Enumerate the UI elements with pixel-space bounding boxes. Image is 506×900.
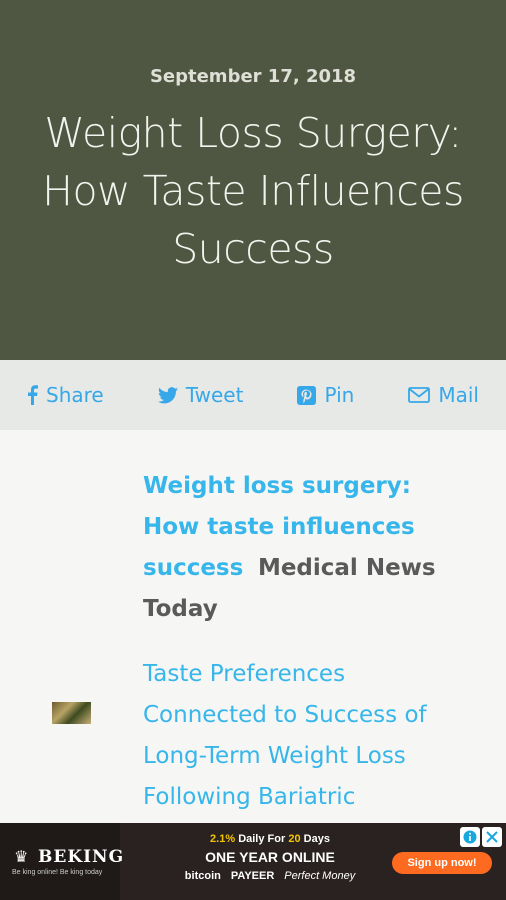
pinterest-icon [297,385,317,405]
pin-button[interactable]: Pin [297,383,354,407]
related-article-link-2[interactable]: Taste Preferences Connected to Success o… [143,654,463,818]
mail-button[interactable]: Mail [408,383,479,407]
ad-days: 20 [288,833,301,845]
share-bar: Share Tweet Pin Mail [0,360,506,430]
share-label: Share [46,383,104,407]
perfect-money-logo: Perfect Money [284,870,356,882]
ad-payment-logos: bitcoin PAYEER Perfect Money [150,870,390,882]
bitcoin-logo: bitcoin [184,870,221,882]
mail-label: Mail [438,383,479,407]
twitter-icon [157,386,178,404]
ad-signup-button[interactable]: Sign up now! [392,852,492,874]
ad-brand-block: ♛ BEKING Be king online! Be king today [0,823,123,900]
crown-icon: ♛ [14,849,29,866]
tweet-button[interactable]: Tweet [157,383,244,407]
ad-line1-mid: Daily For [238,833,286,845]
ad-brand-name: BEKING [38,847,125,867]
share-facebook-button[interactable]: Share [27,383,104,407]
ad-info-icon[interactable] [460,827,480,847]
ad-line1: 2.1% Daily For 20 Days [150,833,390,845]
facebook-icon [27,385,38,405]
ad-close-icon[interactable] [482,827,502,847]
pin-label: Pin [324,383,355,407]
article-thumbnail[interactable] [52,702,91,724]
ad-line2: ONE YEAR ONLINE [205,849,335,865]
mail-icon [408,387,431,403]
ad-banner[interactable]: ♛ BEKING Be king online! Be king today 2… [0,823,506,900]
ad-text: 2.1% Daily For 20 Days ONE YEAR ONLINE b… [150,833,390,882]
ad-brand-tagline: Be king online! Be king today [12,869,103,876]
tweet-label: Tweet [185,383,244,407]
ad-line1-end: Days [303,833,330,845]
article-content: Weight loss surgery: How taste influence… [0,430,506,823]
article-hero: September 17, 2018 Weight Loss Surgery: … [0,0,506,360]
ad-rate: 2.1% [210,833,236,845]
article-date: September 17, 2018 [149,66,357,87]
list-item: Weight loss surgery: How taste influence… [143,466,463,630]
payeer-logo: PAYEER [230,870,275,882]
article-title: Weight Loss Surgery: How Taste Influence… [42,109,464,273]
